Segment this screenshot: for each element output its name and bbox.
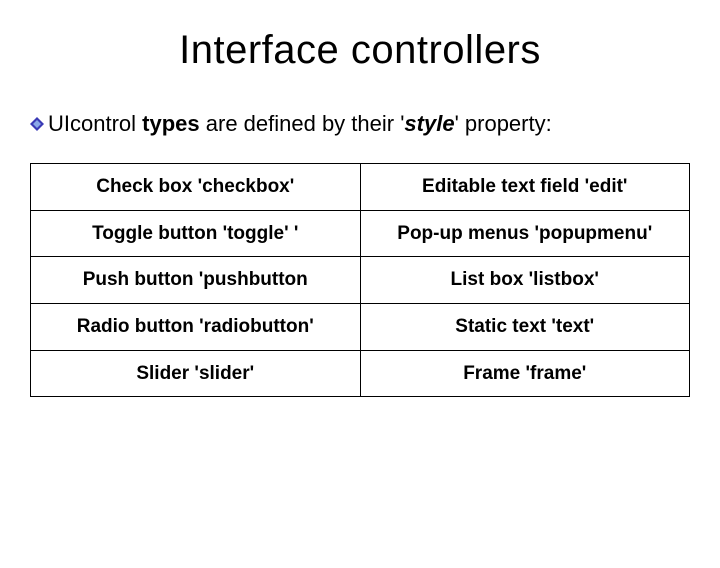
controls-table-wrap: Check box 'checkbox' Editable text field…	[30, 163, 690, 397]
subtitle-part4: style	[404, 111, 454, 136]
cell-edit: Editable text field 'edit'	[360, 164, 690, 211]
cell-radiobutton: Radio button 'radiobutton'	[31, 303, 361, 350]
cell-toggle: Toggle button 'toggle' '	[31, 210, 361, 257]
subtitle-part3: are defined by their '	[200, 111, 405, 136]
cell-text: Static text 'text'	[360, 303, 690, 350]
cell-popupmenu: Pop-up menus 'popupmenu'	[360, 210, 690, 257]
subtitle-part5: ' property:	[455, 111, 552, 136]
cell-frame: Frame 'frame'	[360, 350, 690, 397]
cell-checkbox: Check box 'checkbox'	[31, 164, 361, 211]
cell-slider: Slider 'slider'	[31, 350, 361, 397]
controls-table: Check box 'checkbox' Editable text field…	[30, 163, 690, 397]
cell-pushbutton: Push button 'pushbutton	[31, 257, 361, 304]
subtitle-part1: UIcontrol	[48, 111, 142, 136]
table-row: Radio button 'radiobutton' Static text '…	[31, 303, 690, 350]
table-row: Check box 'checkbox' Editable text field…	[31, 164, 690, 211]
table-row: Push button 'pushbutton List box 'listbo…	[31, 257, 690, 304]
diamond-bullet-icon	[30, 117, 44, 131]
table-row: Slider 'slider' Frame 'frame'	[31, 350, 690, 397]
page-title: Interface controllers	[0, 28, 720, 73]
subtitle-row: UIcontrol types are defined by their 'st…	[30, 111, 720, 137]
subtitle-text: UIcontrol types are defined by their 'st…	[48, 111, 552, 137]
table-row: Toggle button 'toggle' ' Pop-up menus 'p…	[31, 210, 690, 257]
subtitle-part2: types	[142, 111, 199, 136]
cell-listbox: List box 'listbox'	[360, 257, 690, 304]
